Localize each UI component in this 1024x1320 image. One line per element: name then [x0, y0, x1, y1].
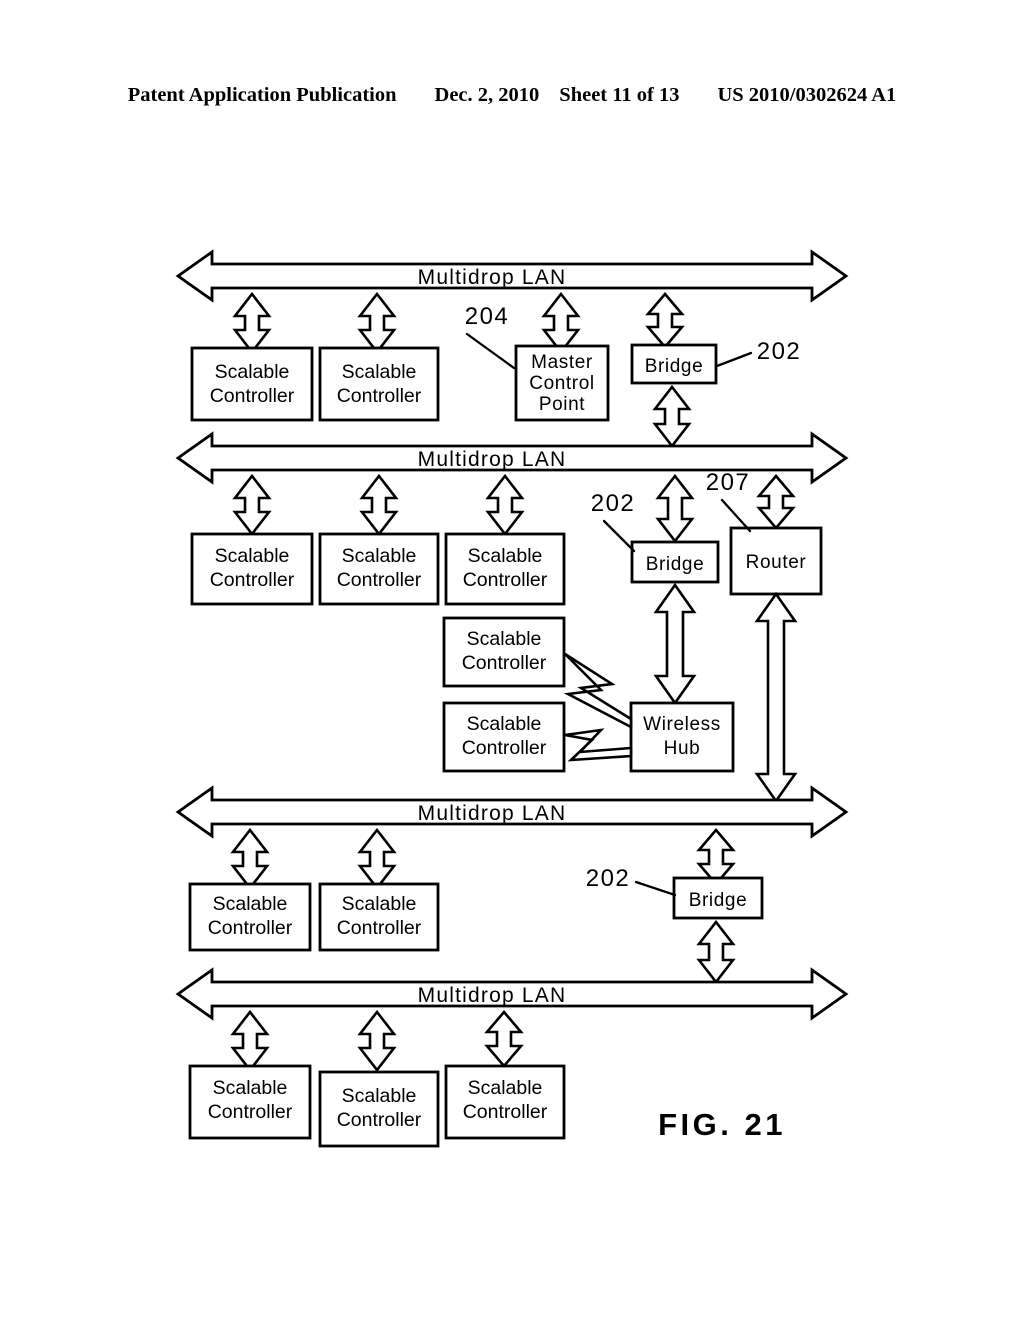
node-sc-2-1-line2: Controller: [210, 569, 295, 591]
connector-lan3-to-sc-3-2: [357, 827, 397, 891]
node-router-label: Router: [746, 552, 807, 573]
node-sc-1-2-line1: Scalable: [342, 361, 417, 383]
bus-lan-1-label: Multidrop LAN: [418, 266, 567, 289]
node-sc-4-2-line1: Scalable: [342, 1085, 417, 1107]
ref-numeral-204: 204: [465, 303, 516, 370]
connector-bridge-3-to-lan4: [696, 919, 736, 985]
wireless-link-icon-upper: [563, 652, 633, 730]
node-sc-w-2-line1: Scalable: [467, 713, 542, 735]
connector-lan2-to-bridge-2: [655, 473, 695, 544]
node-sc-2-2-line2: Controller: [337, 569, 422, 591]
bus-lan-4: Multidrop LAN: [175, 967, 849, 1021]
node-sc-2-1-line1: Scalable: [215, 545, 290, 567]
node-sc-4-3-line1: Scalable: [468, 1077, 543, 1099]
ref-202-c-text: 202: [586, 865, 631, 892]
connector-lan1-to-sc-1-1: [232, 291, 272, 355]
bus-lan-3: Multidrop LAN: [175, 785, 849, 839]
node-sc-w-1-line2: Controller: [462, 652, 547, 674]
connector-lan2-to-sc-2-3: [485, 473, 525, 537]
connector-lan1-to-mcp: [541, 291, 581, 355]
ref-numeral-202-b: 202: [591, 490, 636, 553]
node-bridge-2-label: Bridge: [646, 554, 705, 575]
connector-lan4-to-sc-4-1: [230, 1009, 270, 1073]
connector-lan2-to-router: [756, 473, 796, 531]
node-bridge-3-label: Bridge: [689, 890, 748, 911]
node-mcp-line2: Control: [529, 373, 594, 394]
connector-lan2-to-sc-2-2: [359, 473, 399, 537]
node-sc-1-1-line1: Scalable: [215, 361, 290, 383]
node-sc-wireless-2: Scalable Controller: [442, 701, 566, 773]
node-bridge-1: Bridge: [630, 343, 718, 385]
node-sc-4-1-line1: Scalable: [213, 1077, 288, 1099]
node-mcp-line3: Point: [539, 394, 585, 415]
ref-numeral-202-c: 202: [586, 865, 677, 897]
node-sc-4-3-line2: Controller: [463, 1101, 548, 1123]
bus-lan-2-label: Multidrop LAN: [418, 448, 567, 471]
node-wireless-hub-line2: Hub: [664, 738, 701, 759]
ref-207-text: 207: [706, 469, 751, 496]
ref-204-text: 204: [465, 303, 510, 330]
connector-router-to-lan3: [754, 591, 798, 804]
node-sc-4-1-line2: Controller: [208, 1101, 293, 1123]
node-bridge-3: Bridge: [672, 876, 764, 920]
connector-bridge-1-to-lan2: [652, 384, 692, 449]
node-sc-w-1-line1: Scalable: [467, 628, 542, 650]
node-sc-3-1-line1: Scalable: [213, 893, 288, 915]
node-sc-2-2-line1: Scalable: [342, 545, 417, 567]
node-sc-2-3-line2: Controller: [463, 569, 548, 591]
node-sc-wireless-1: Scalable Controller: [442, 616, 566, 688]
node-sc-4-2-line2: Controller: [337, 1109, 422, 1131]
node-sc-3-2-line1: Scalable: [342, 893, 417, 915]
node-sc-4-1: Scalable Controller: [188, 1064, 312, 1140]
node-sc-3-1: Scalable Controller: [188, 882, 312, 952]
connector-lan2-to-sc-2-1: [232, 473, 272, 537]
node-sc-2-2: Scalable Controller: [318, 532, 440, 606]
node-sc-4-2: Scalable Controller: [318, 1070, 440, 1148]
wireless-link-icon-lower: [564, 728, 633, 762]
node-bridge-2: Bridge: [630, 540, 720, 584]
bus-lan-3-label: Multidrop LAN: [418, 802, 567, 825]
node-master-control-point: Master Control Point: [514, 344, 610, 422]
connector-lan3-to-bridge-3: [696, 827, 736, 887]
node-sc-w-2-line2: Controller: [462, 737, 547, 759]
ref-numeral-202-a: 202: [715, 338, 802, 368]
node-wireless-hub: Wireless Hub: [629, 701, 735, 773]
node-sc-1-2: Scalable Controller: [318, 346, 440, 422]
connector-lan1-to-bridge-1: [645, 291, 685, 350]
node-sc-3-2-line2: Controller: [337, 917, 422, 939]
ref-numeral-207: 207: [706, 469, 752, 533]
node-router: Router: [729, 526, 823, 596]
node-sc-2-3-line1: Scalable: [468, 545, 543, 567]
node-mcp-line1: Master: [531, 352, 593, 373]
node-sc-3-1-line2: Controller: [208, 917, 293, 939]
node-sc-3-2: Scalable Controller: [318, 882, 440, 952]
bus-lan-4-label: Multidrop LAN: [418, 984, 567, 1007]
node-sc-4-3: Scalable Controller: [444, 1064, 566, 1140]
ref-202-b-text: 202: [591, 490, 636, 517]
connector-lan3-to-sc-3-1: [230, 827, 270, 891]
figure-21-drawing: Multidrop LAN Scalable Controller Scalab…: [0, 0, 1024, 1320]
bus-lan-1: Multidrop LAN: [175, 249, 849, 303]
node-sc-1-1-line2: Controller: [210, 385, 295, 407]
connector-lan4-to-sc-4-2: [357, 1009, 397, 1073]
node-wireless-hub-line1: Wireless: [643, 714, 721, 735]
connector-lan1-to-sc-1-2: [357, 291, 397, 355]
node-bridge-1-label: Bridge: [645, 356, 704, 377]
connector-lan4-to-sc-4-3: [484, 1009, 524, 1069]
node-sc-1-2-line2: Controller: [337, 385, 422, 407]
figure-label: FIG. 21: [658, 1107, 786, 1142]
node-sc-2-3: Scalable Controller: [444, 532, 566, 606]
node-sc-1-1: Scalable Controller: [190, 346, 314, 422]
node-sc-2-1: Scalable Controller: [190, 532, 314, 606]
connector-bridge-2-to-wireless-hub: [653, 582, 697, 706]
ref-202-a-text: 202: [757, 338, 802, 365]
